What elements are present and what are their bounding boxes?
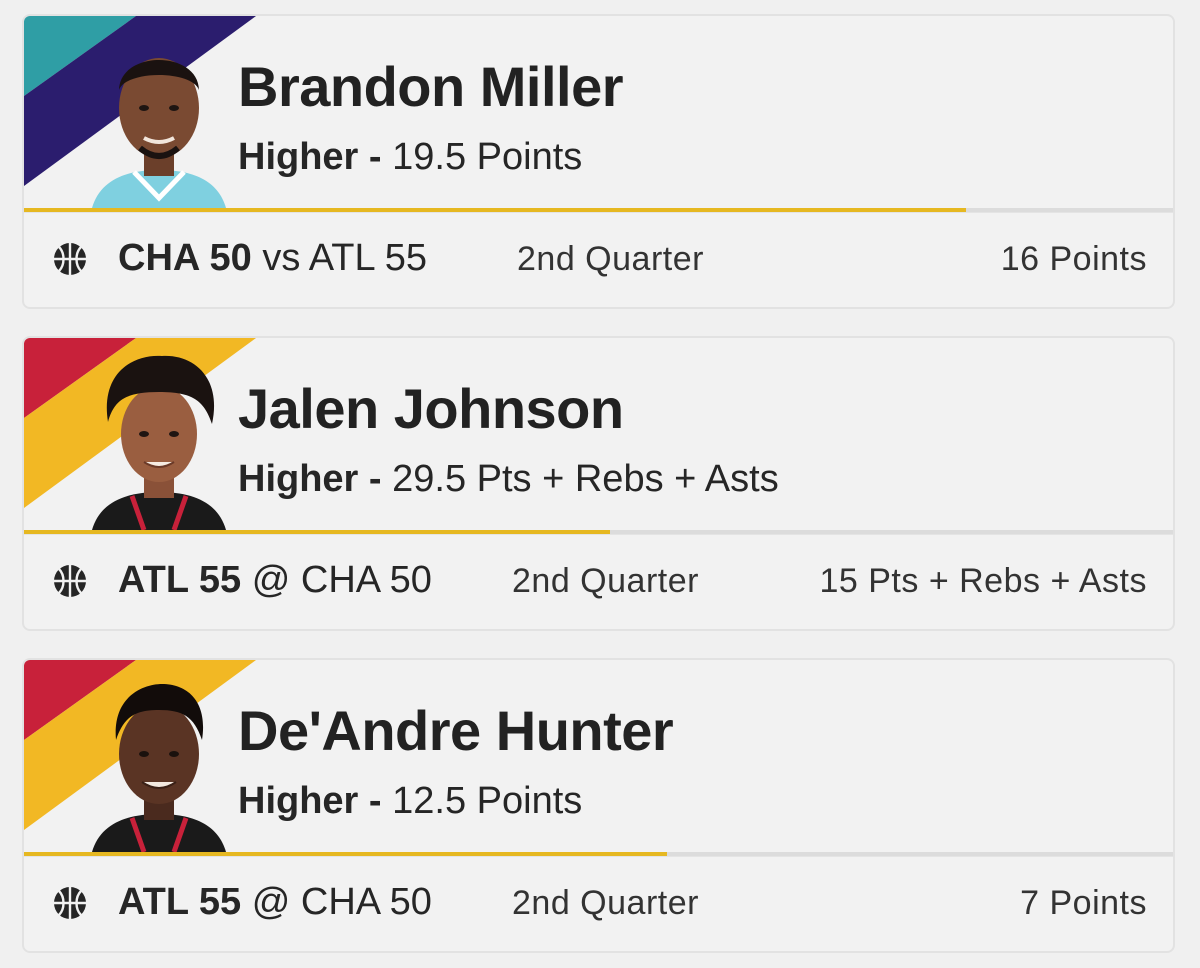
pick-line: Higher - 19.5 Points xyxy=(238,136,582,179)
pick-separator: - xyxy=(368,780,382,822)
game-status-row: ATL 55 @ CHA 50 2nd Quarter 7 Points xyxy=(24,856,1173,951)
basketball-icon xyxy=(54,243,86,275)
current-stat: 15 Pts + Rebs + Asts xyxy=(819,562,1147,600)
current-stat: 7 Points xyxy=(1020,884,1147,922)
pick-separator: - xyxy=(368,136,382,178)
player-name: De'Andre Hunter xyxy=(238,699,674,762)
pick-projection: 29.5 Pts + Rebs + Asts xyxy=(392,458,779,500)
team-score: ATL 55 xyxy=(118,881,242,923)
pick-projection: 12.5 Points xyxy=(392,780,583,822)
pick-line: Higher - 12.5 Points xyxy=(238,780,582,823)
pick-line: Higher - 29.5 Pts + Rebs + Asts xyxy=(238,458,779,501)
pick-projection: 19.5 Points xyxy=(392,136,583,178)
pick-direction: Higher xyxy=(238,136,359,178)
pick-card[interactable]: Jalen Johnson Higher - 29.5 Pts + Rebs +… xyxy=(22,336,1175,631)
opponent-score: @ CHA 50 xyxy=(251,559,432,601)
pick-direction: Higher xyxy=(238,458,359,500)
pick-separator: - xyxy=(368,458,382,500)
game-score: CHA 50 vs ATL 55 xyxy=(118,237,427,280)
game-status-row: CHA 50 vs ATL 55 2nd Quarter 16 Points xyxy=(24,212,1173,307)
player-headshot xyxy=(92,355,226,530)
pick-card-header: Jalen Johnson Higher - 29.5 Pts + Rebs +… xyxy=(24,338,1173,534)
game-score: ATL 55 @ CHA 50 xyxy=(118,881,432,924)
team-score: ATL 55 xyxy=(118,559,242,601)
opponent-score: vs ATL 55 xyxy=(262,237,428,279)
game-period: 2nd Quarter xyxy=(517,240,704,278)
pick-card[interactable]: Brandon Miller Higher - 19.5 Points CHA … xyxy=(22,14,1175,309)
team-score: CHA 50 xyxy=(118,237,252,279)
current-stat: 16 Points xyxy=(1000,240,1147,278)
pick-card-header: Brandon Miller Higher - 19.5 Points xyxy=(24,16,1173,212)
basketball-icon xyxy=(54,887,86,919)
game-period: 2nd Quarter xyxy=(512,562,699,600)
pick-card-header: De'Andre Hunter Higher - 12.5 Points xyxy=(24,660,1173,856)
game-status-row: ATL 55 @ CHA 50 2nd Quarter 15 Pts + Reb… xyxy=(24,534,1173,629)
player-headshot xyxy=(92,684,226,852)
opponent-score: @ CHA 50 xyxy=(251,881,432,923)
player-headshot xyxy=(92,58,226,208)
basketball-icon xyxy=(54,565,86,597)
pick-direction: Higher xyxy=(238,780,359,822)
game-period: 2nd Quarter xyxy=(512,884,699,922)
game-score: ATL 55 @ CHA 50 xyxy=(118,559,432,602)
player-name: Jalen Johnson xyxy=(238,377,624,440)
pick-card[interactable]: De'Andre Hunter Higher - 12.5 Points ATL… xyxy=(22,658,1175,953)
player-name: Brandon Miller xyxy=(238,55,624,118)
